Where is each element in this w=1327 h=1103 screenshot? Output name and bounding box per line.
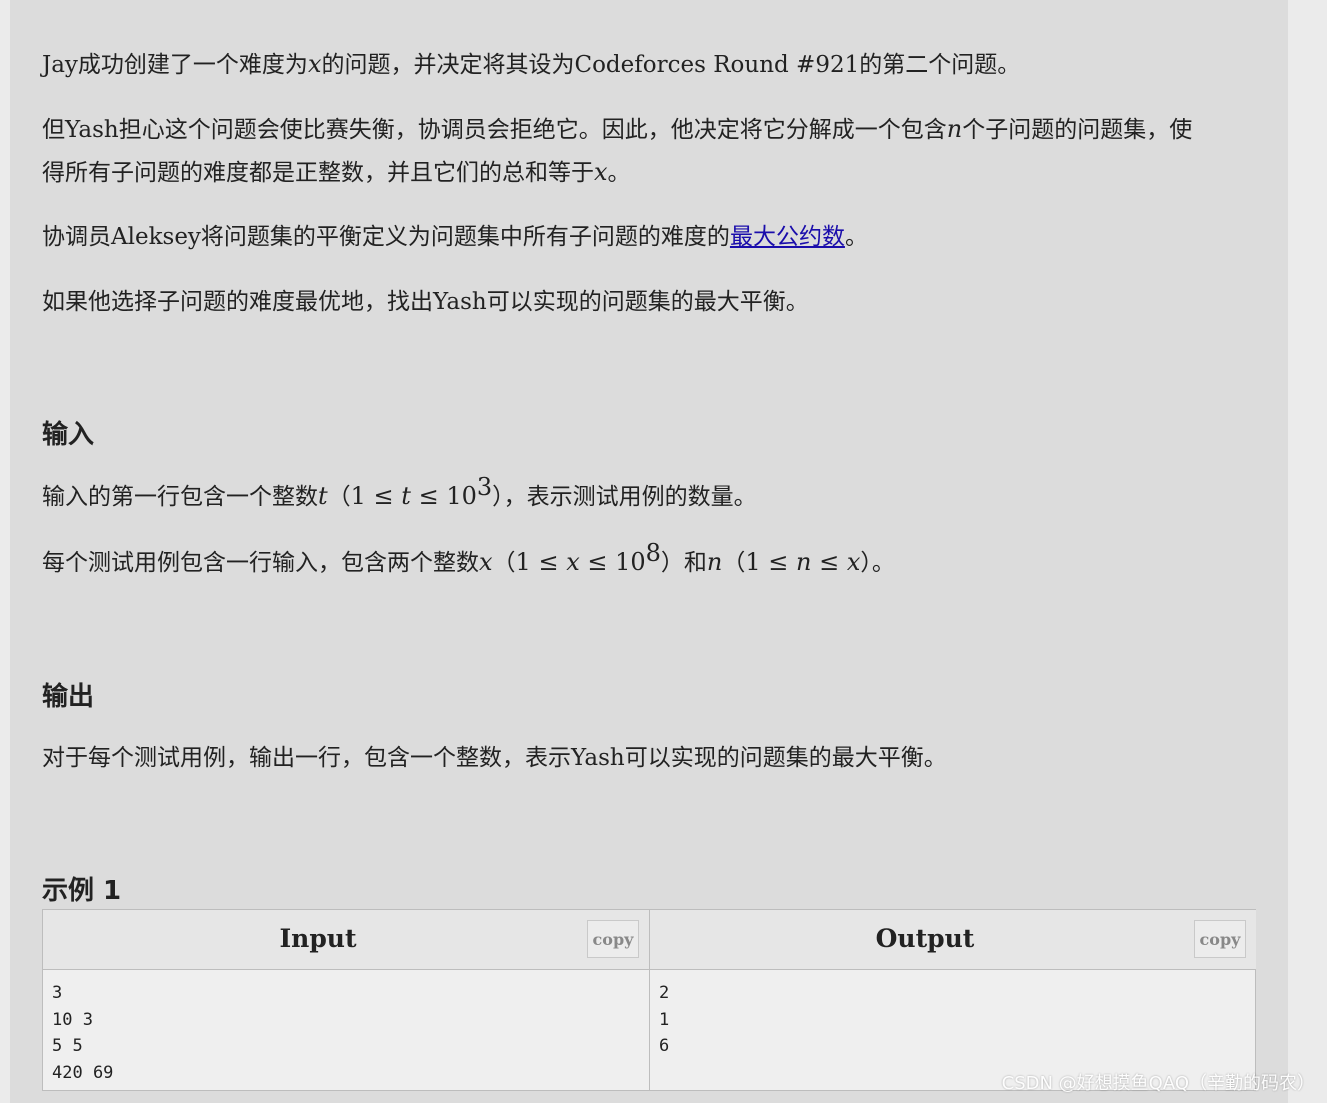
input-line-1: 输入的第一行包含一个整数t（1 ≤ t ≤ 103），表示测试用例的数量。 xyxy=(42,475,1256,518)
sample-output-line: 1 xyxy=(659,1009,670,1030)
sample-input-line: 10 3 xyxy=(52,1009,93,1030)
math-x: x xyxy=(594,158,608,186)
statement-paragraph-4: 如果他选择子问题的难度最优地，找出Yash可以实现的问题集的最大平衡。 xyxy=(42,289,809,315)
text-span: 得所有子问题的难度都是正整数，并且它们的总和等于 xyxy=(42,160,594,186)
math-number: 1 ≤ xyxy=(745,548,797,576)
text-span: 个子问题的问题集，使 xyxy=(962,117,1193,143)
math-exponent: 3 xyxy=(476,473,493,501)
text-span: 协调员Aleksey将问题集的平衡定义为问题集中所有子问题的难度的 xyxy=(42,224,730,250)
copy-input-button[interactable]: copy xyxy=(587,920,639,958)
math-x: x xyxy=(479,548,493,576)
math-exponent: 8 xyxy=(645,539,661,567)
text-span: 。 xyxy=(844,224,868,250)
text-span: （ xyxy=(492,550,516,576)
text-span: ）。 xyxy=(860,550,895,576)
math-number: ≤ 10 xyxy=(579,548,646,576)
sample-output-line: 2 xyxy=(659,983,670,1003)
text-span: 输入的第一行包含一个整数 xyxy=(42,484,318,510)
text-span: 但Yash担心这个问题会使比赛失衡，协调员会拒绝它。因此，他决定将它分解成一个包… xyxy=(42,117,947,143)
sample-test-table: Input copy 3 10 3 5 5 420 69 Output copy… xyxy=(42,909,1256,1091)
example-heading: 示例 1 xyxy=(42,876,122,906)
text-span: 。 xyxy=(607,160,631,186)
text-span: ），表示测试用例的数量。 xyxy=(492,484,757,510)
sample-input-line: 5 5 xyxy=(52,1036,83,1056)
math-x: x xyxy=(846,548,861,576)
sample-output-line: 6 xyxy=(659,1036,670,1056)
statement-paragraph-2: 但Yash担心这个问题会使比赛失衡，协调员会拒绝它。因此，他决定将它分解成一个包… xyxy=(42,108,1256,194)
text-span: 的问题，并决定将其设为Codeforces Round #921的第二个问题。 xyxy=(321,52,1021,78)
text-span: Jay成功创建了一个难度为 xyxy=(42,52,308,78)
copy-output-button[interactable]: copy xyxy=(1194,920,1246,958)
sample-output-title: Output xyxy=(875,924,975,953)
text-span: （ xyxy=(327,484,351,510)
math-n: n xyxy=(796,548,812,576)
sample-output-body: 2 1 6 xyxy=(659,980,669,1060)
sample-output-header: Output copy xyxy=(650,910,1256,970)
sample-input-column: Input copy 3 10 3 5 5 420 69 xyxy=(43,910,650,1090)
input-line-2: 每个测试用例包含一行输入，包含两个整数x（1 ≤ x ≤ 108）和n（1 ≤ … xyxy=(42,541,1256,584)
math-t: t xyxy=(401,482,411,510)
output-description: 对于每个测试用例，输出一行，包含一个整数，表示Yash可以实现的问题集的最大平衡… xyxy=(42,745,947,771)
input-heading: 输入 xyxy=(42,420,95,450)
csdn-watermark: CSDN @好想摸鱼QAQ（辛勤的码农） xyxy=(1001,1073,1315,1094)
sample-input-line: 420 69 xyxy=(52,1062,114,1083)
sample-output-column: Output copy 2 1 6 xyxy=(650,910,1256,1090)
statement-paragraph-1: Jay成功创建了一个难度为x的问题，并决定将其设为Codeforces Roun… xyxy=(42,43,1256,86)
math-number: 1 ≤ xyxy=(515,548,567,576)
sample-input-header: Input copy xyxy=(43,910,649,970)
math-number: 1 ≤ xyxy=(350,482,402,510)
problem-panel: Jay成功创建了一个难度为x的问题，并决定将其设为Codeforces Roun… xyxy=(10,0,1288,1103)
math-x: x xyxy=(566,548,580,576)
sample-input-line: 3 xyxy=(52,983,63,1003)
sample-input-body: 3 10 3 5 5 420 69 xyxy=(52,980,113,1086)
math-t: t xyxy=(318,482,328,510)
text-span: ）和 xyxy=(660,550,707,576)
math-n: n xyxy=(946,115,963,143)
statement-paragraph-3: 协调员Aleksey将问题集的平衡定义为问题集中所有子问题的难度的最大公约数。 xyxy=(42,216,1256,258)
text-span: （ xyxy=(722,550,746,576)
gcd-link[interactable]: 最大公约数 xyxy=(730,224,845,250)
text-span: 每个测试用例包含一行输入，包含两个整数 xyxy=(42,550,479,576)
math-number: ≤ 10 xyxy=(410,482,477,510)
math-x: x xyxy=(307,50,322,78)
sample-input-title: Input xyxy=(279,924,357,953)
math-number: ≤ xyxy=(811,548,847,576)
output-heading: 输出 xyxy=(42,682,95,712)
math-n: n xyxy=(706,548,723,576)
